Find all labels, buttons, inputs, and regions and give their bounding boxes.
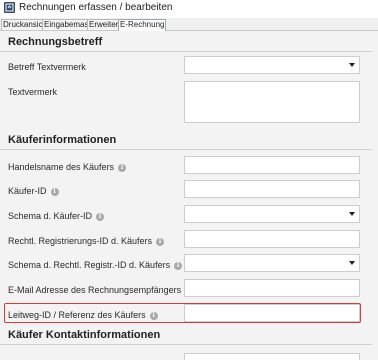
section-title-kaeuferinformationen: Käuferinformationen [8,134,117,146]
label-email-rechnungsempfaenger: E-Mail Adresse des Rechnungsempfängersi [8,284,194,296]
label-betreff-textvermerk: Betreff Textvermerk [8,62,86,72]
textvermerk-textarea[interactable] [184,81,360,123]
info-icon[interactable]: i [118,163,127,172]
info-icon[interactable]: i [174,261,183,270]
kaeufer-id-input[interactable] [184,180,360,198]
label-schema-kaeufer-id: Schema d. Käufer-ID i [8,210,105,222]
section-divider [0,344,372,345]
chevron-down-icon [349,212,355,216]
window-title: Rechnungen erfassen / bearbeiten [19,2,173,13]
label-kaeufer-id: Käufer-ID i [8,185,59,197]
form-panel: Rechnungsbetreff Betreff Textvermerk Tex… [0,31,378,360]
email-rechnungsempfaenger-input[interactable] [184,279,360,297]
chevron-down-icon [349,261,355,265]
section-divider [0,51,372,52]
betreff-textvermerk-select[interactable] [184,56,360,74]
title-bar: Rechnungen erfassen / bearbeiten [0,0,378,17]
label-registrierungs-id: Rechtl. Registrierungs-ID d. Käufers i [8,235,165,247]
scrollbar[interactable] [373,31,378,360]
tab-bar: Druckansicht Eingabemaske Erweitert E-Re… [0,18,378,31]
label-handelsname: Handelsname des Käufers i [8,161,127,173]
handelsname-input[interactable] [184,156,360,174]
schema-registr-id-select[interactable] [184,254,360,272]
info-icon[interactable]: i [50,187,59,196]
kontakt-input[interactable] [184,353,360,360]
label-textvermerk: Textvermerk [8,87,58,97]
section-title-rechnungsbetreff: Rechnungsbetreff [8,36,103,48]
highlight-frame [4,303,361,323]
chevron-down-icon [349,63,355,67]
schema-kaeufer-id-select[interactable] [184,205,360,223]
info-icon[interactable]: i [96,212,105,221]
info-icon[interactable]: i [156,237,165,246]
registrierungs-id-input[interactable] [184,230,360,248]
tab-e-rechnung[interactable]: E-Rechnung [118,19,167,31]
section-divider [0,149,372,150]
section-title-kontaktinformationen: Käufer Kontaktinformationen [8,329,161,341]
label-schema-registr-id: Schema d. Rechtl. Registr.-ID d. Käufers… [8,259,183,271]
app-icon [4,2,15,13]
